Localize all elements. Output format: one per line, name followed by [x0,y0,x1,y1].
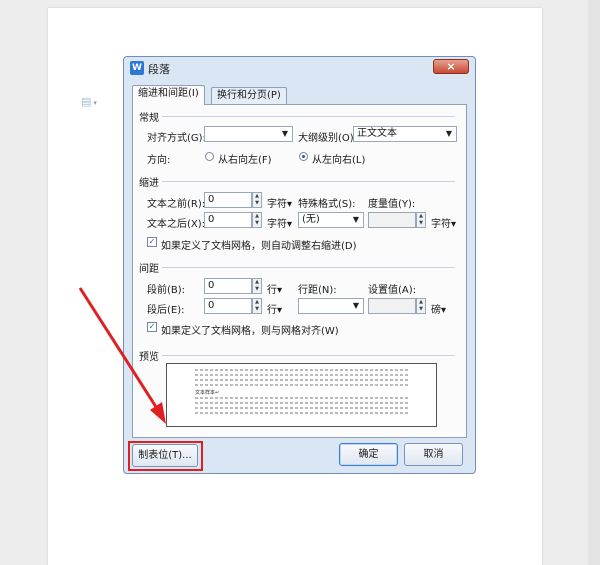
chevron-down-icon: ▼ [352,215,359,224]
chevron-down-icon: ▼ [352,301,359,310]
indent-after-unit[interactable]: 字符▾ [267,215,292,230]
line-spacing-label: 行距(N): [298,285,337,296]
space-before-spinner[interactable]: ▲ ▼ [252,278,262,294]
chevron-down-icon: ▼ [281,129,288,138]
measure-spinner[interactable]: ▲ ▼ [416,212,426,228]
space-after-spinner[interactable]: ▲ ▼ [252,298,262,314]
rtl-radio[interactable] [205,152,214,161]
cancel-button[interactable]: 取消 [404,443,463,466]
preview-line [195,397,409,399]
snap-to-grid-label: 如果定义了文档网格，则与网格对齐(W) [161,326,339,337]
section-indent: 缩进 [139,178,159,189]
direction-label: 方向: [147,155,171,166]
special-format-label: 特殊格式(S): [298,199,356,210]
close-button[interactable]: × [433,59,469,74]
space-after-unit[interactable]: 行▾ [267,301,282,316]
divider [162,355,455,356]
divider [162,116,455,117]
outline-level-value: 正文文本 [357,128,397,139]
section-preview: 预览 [139,352,159,363]
preview-line [195,402,409,404]
preview-line [195,412,409,414]
outline-level-label: 大纲级别(O): [298,133,358,144]
preview-line [195,369,409,371]
section-general: 常规 [139,113,159,124]
space-after-label: 段后(E): [147,305,185,316]
tab-indent-spacing[interactable]: 缩进和间距(I) [132,85,205,105]
paste-options-icon[interactable]: ▤ ▾ [81,95,99,108]
line-spacing-select[interactable]: ▼ [298,298,364,314]
auto-right-indent-label: 如果定义了文档网格，则自动调整右缩进(D) [161,241,357,252]
section-spacing: 间距 [139,264,159,275]
tab-line-page-breaks[interactable]: 换行和分页(P) [211,87,287,104]
preview-sample-text: 文本样本↵ [195,390,220,396]
preview-line [195,379,409,381]
divider [162,267,455,268]
divider [162,181,455,182]
wps-writer-icon: W [130,61,144,75]
measure-label: 度量值(Y): [368,199,416,210]
special-format-value: (无) [302,214,320,225]
indent-before-spinner[interactable]: ▲ ▼ [252,192,262,208]
space-before-label: 段前(B): [147,285,186,296]
chevron-down-icon: ▼ [445,129,452,138]
indent-after-spinner[interactable]: ▲ ▼ [252,212,262,228]
space-after-input[interactable]: 0 [204,298,252,314]
dialog-titlebar: W 段落 × [124,57,475,79]
special-format-select[interactable]: (无) ▼ [298,212,364,228]
preview-line [195,374,409,376]
setting-value-label: 设置值(A): [368,285,417,296]
ltr-label: 从左向右(L) [312,155,366,166]
snap-to-grid-checkbox[interactable]: ✓ [147,322,157,332]
indent-after-input[interactable]: 0 [204,212,252,228]
measure-unit[interactable]: 字符▾ [431,215,456,230]
paragraph-preview: 文本样本↵ [166,363,437,427]
preview-line [195,384,409,386]
setting-value-input[interactable] [368,298,416,314]
alignment-label: 对齐方式(G): [147,133,206,144]
setting-value-spinner[interactable]: ▲ ▼ [416,298,426,314]
space-before-input[interactable]: 0 [204,278,252,294]
indent-before-label: 文本之前(R): [147,199,206,210]
highlight-box [128,441,203,471]
alignment-select[interactable]: ▼ [204,126,293,142]
indent-before-unit[interactable]: 字符▾ [267,195,292,210]
setting-value-unit[interactable]: 磅▾ [431,301,446,316]
space-before-unit[interactable]: 行▾ [267,281,282,296]
measure-input[interactable] [368,212,416,228]
dialog-title: 段落 [148,63,170,76]
indent-before-input[interactable]: 0 [204,192,252,208]
vertical-scrollbar[interactable] [588,0,600,565]
preview-line [195,407,409,409]
rtl-label: 从右向左(F) [218,155,272,166]
ok-button[interactable]: 确定 [339,443,398,466]
auto-right-indent-checkbox[interactable]: ✓ [147,237,157,247]
indent-after-label: 文本之后(X): [147,219,206,230]
outline-level-select[interactable]: 正文文本 ▼ [353,126,457,142]
ltr-radio[interactable] [299,152,308,161]
